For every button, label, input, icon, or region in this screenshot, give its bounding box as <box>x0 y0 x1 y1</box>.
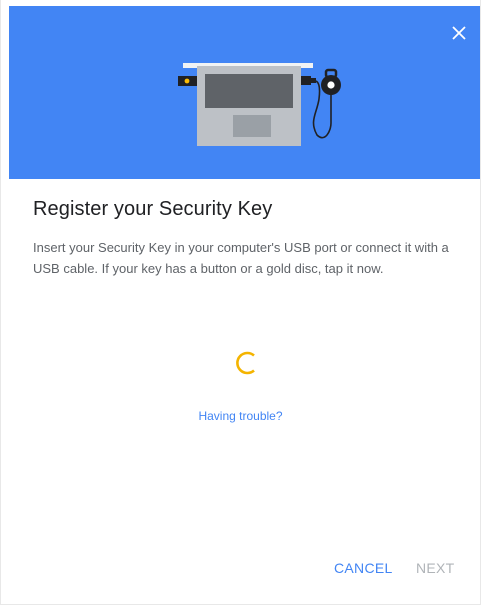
header-banner <box>9 6 480 179</box>
instructions-text: Insert your Security Key in your compute… <box>33 240 449 276</box>
cancel-button[interactable]: CANCEL <box>334 560 393 576</box>
laptop-with-security-key-illustration <box>178 63 341 146</box>
dialog-title: Register your Security Key <box>33 198 273 220</box>
loading-spinner-icon <box>236 351 255 375</box>
close-button[interactable] <box>446 20 472 46</box>
next-button[interactable]: NEXT <box>416 560 455 576</box>
close-icon <box>452 26 466 40</box>
having-trouble-link[interactable]: Having trouble? <box>1 409 480 423</box>
security-key-dialog: Register your Security Key Insert your S… <box>0 0 481 605</box>
